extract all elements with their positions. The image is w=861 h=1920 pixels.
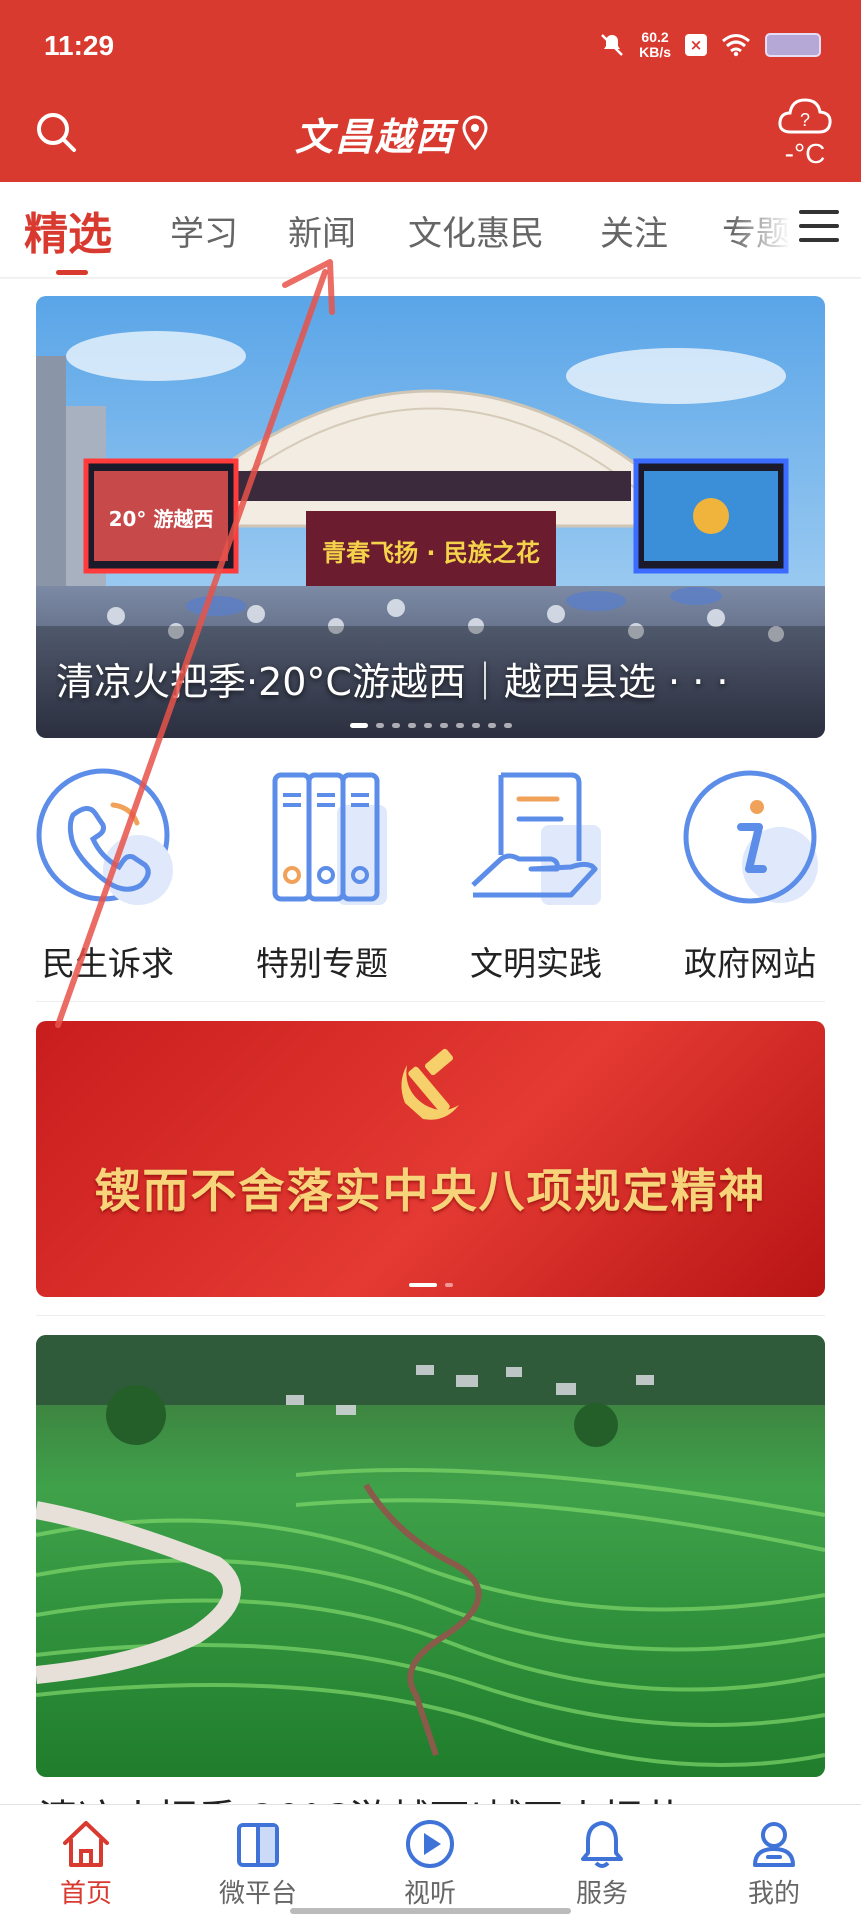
hero-caption: 清凉火把季·20°C游越西｜越西县选 · · · bbox=[56, 660, 729, 704]
nav-label: 服务 bbox=[575, 1879, 628, 1909]
nav-label: 我的 bbox=[747, 1879, 800, 1909]
bell-icon bbox=[581, 1821, 623, 1868]
nav-label: 首页 bbox=[59, 1879, 112, 1909]
play-icon bbox=[406, 1820, 454, 1868]
search-icon[interactable] bbox=[34, 110, 78, 154]
terraces-photo bbox=[36, 1335, 825, 1777]
banner-dot bbox=[408, 1283, 437, 1287]
article-title[interactable]: 清凉火把季·20°C游越西|越西火把节 bbox=[38, 1787, 683, 1804]
carousel-dot bbox=[375, 723, 384, 728]
category-tabs: 精选 学习 新闻 文化惠民 关注 专题 bbox=[0, 182, 861, 278]
weather-temp: -°C bbox=[784, 138, 826, 169]
quick-link-label: 文明实践 bbox=[470, 944, 602, 983]
nav-media[interactable]: 视听 bbox=[370, 1817, 490, 1910]
divider bbox=[36, 1001, 825, 1002]
tab-menu-button[interactable] bbox=[799, 210, 839, 246]
stage-sign: 青春飞扬 · 民族之花 bbox=[322, 539, 540, 567]
nav-label: 微平台 bbox=[218, 1879, 297, 1909]
quick-link-label: 特别专题 bbox=[256, 944, 388, 983]
menu-line bbox=[799, 238, 839, 242]
app-logo: 文昌越西 bbox=[295, 108, 489, 159]
carousel-dots bbox=[36, 723, 825, 728]
hero-carousel[interactable]: 20° 游越西 青春飞扬 · 民族之花 清凉火把季·20°C游越西｜越西县选 ·… bbox=[36, 296, 825, 738]
banner-text: 锲而不舍落实中央八项规定精神 bbox=[94, 1164, 767, 1218]
quick-link-appeals[interactable]: 民生诉求 bbox=[8, 765, 208, 985]
carousel-dot bbox=[391, 723, 400, 728]
phone-icon bbox=[36, 768, 173, 905]
location-pin-icon[interactable] bbox=[461, 115, 489, 151]
menu-line bbox=[799, 210, 839, 214]
active-tab-indicator bbox=[56, 270, 88, 275]
tab-featured[interactable]: 精选 bbox=[24, 198, 112, 262]
tab-study[interactable]: 学习 bbox=[170, 206, 238, 255]
nav-services[interactable]: 服务 bbox=[542, 1817, 662, 1910]
tab-culture[interactable]: 文化惠民 bbox=[408, 206, 544, 255]
document-hand-icon bbox=[471, 772, 601, 905]
quick-links: 民生诉求 特别专题 文明实践 政府网站 bbox=[0, 765, 861, 983]
battery-icon bbox=[765, 33, 821, 57]
quick-link-gov-site[interactable]: 政府网站 bbox=[650, 765, 850, 985]
weather-widget[interactable]: ? -°C bbox=[775, 92, 835, 170]
wifi-icon bbox=[722, 34, 750, 57]
feed: 20° 游越西 青春飞扬 · 民族之花 清凉火把季·20°C游越西｜越西县选 ·… bbox=[0, 279, 861, 1804]
carousel-dot bbox=[503, 723, 512, 728]
svg-text:?: ? bbox=[800, 110, 810, 130]
nav-label: 视听 bbox=[403, 1879, 456, 1909]
tab-fade bbox=[731, 182, 791, 277]
nav-profile[interactable]: 我的 bbox=[714, 1817, 834, 1910]
info-icon bbox=[683, 770, 818, 904]
carousel-dot bbox=[423, 723, 432, 728]
divider bbox=[36, 1315, 825, 1316]
promo-banner[interactable]: 锲而不舍落实中央八项规定精神 bbox=[36, 1021, 825, 1297]
menu-line bbox=[799, 224, 839, 228]
app-header: 11:29 60.2 KB/s × 文昌越西 ? -°C bbox=[0, 0, 861, 182]
banner-dot bbox=[444, 1283, 453, 1287]
status-time: 11:29 bbox=[44, 30, 115, 61]
hammer-sickle-icon bbox=[401, 1048, 459, 1120]
banner-dots bbox=[36, 1283, 825, 1287]
home-indicator bbox=[290, 1908, 571, 1914]
tab-news[interactable]: 新闻 bbox=[288, 206, 356, 255]
article-image[interactable] bbox=[36, 1335, 825, 1777]
bottom-nav: 首页 微平台 视听 服务 我的 bbox=[0, 1804, 861, 1920]
carousel-dot bbox=[471, 723, 480, 728]
carousel-dot bbox=[349, 723, 368, 728]
quick-link-label: 民生诉求 bbox=[42, 944, 174, 983]
carousel-dot bbox=[455, 723, 464, 728]
user-icon bbox=[753, 1822, 795, 1867]
quick-link-label: 政府网站 bbox=[684, 944, 816, 983]
binders-icon bbox=[272, 772, 387, 905]
mute-icon bbox=[601, 34, 623, 56]
status-icons: 60.2 KB/s × bbox=[599, 30, 821, 60]
home-icon bbox=[63, 1821, 109, 1867]
cloud-icon: ? bbox=[778, 98, 832, 134]
nav-home[interactable]: 首页 bbox=[26, 1817, 146, 1910]
carousel-dot bbox=[487, 723, 496, 728]
carousel-dot bbox=[407, 723, 416, 728]
tab-follow[interactable]: 关注 bbox=[600, 206, 668, 255]
left-screen-text: 20° 游越西 bbox=[109, 507, 214, 531]
carousel-dot bbox=[439, 723, 448, 728]
net-speed: 60.2 KB/s bbox=[639, 29, 671, 60]
quick-link-civilization[interactable]: 文明实践 bbox=[436, 765, 636, 985]
nav-micro-platform[interactable]: 微平台 bbox=[198, 1817, 318, 1910]
quick-link-special[interactable]: 特别专题 bbox=[222, 765, 422, 985]
logo-text: 文昌越西 bbox=[295, 113, 456, 159]
book-icon bbox=[237, 1823, 279, 1867]
sim-icon: × bbox=[685, 34, 707, 56]
